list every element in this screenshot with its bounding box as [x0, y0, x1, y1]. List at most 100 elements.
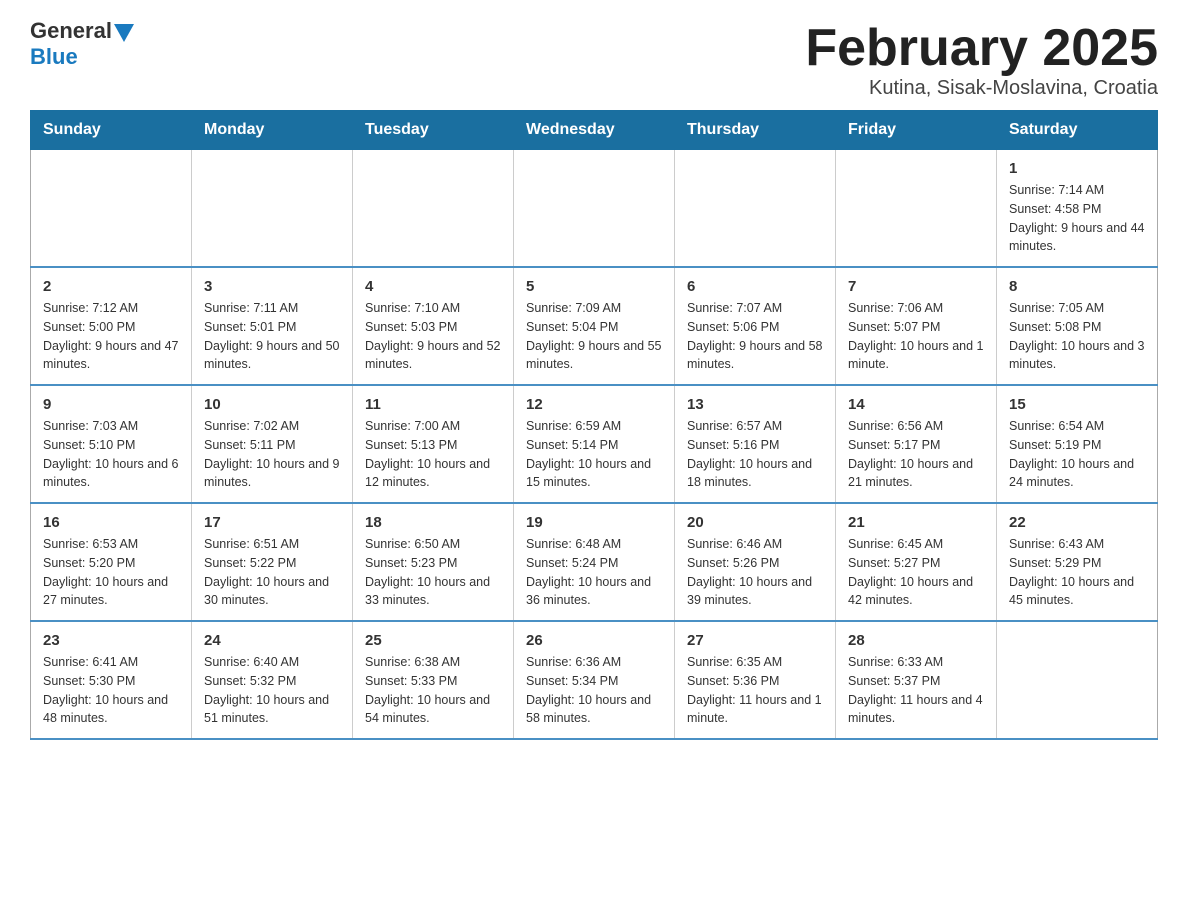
day-number: 18 — [365, 514, 501, 531]
day-info: Sunrise: 7:06 AMSunset: 5:07 PMDaylight:… — [848, 299, 984, 374]
day-info: Sunrise: 6:48 AMSunset: 5:24 PMDaylight:… — [526, 535, 662, 610]
day-number: 28 — [848, 632, 984, 649]
calendar-week-3: 9 Sunrise: 7:03 AMSunset: 5:10 PMDaylight… — [31, 385, 1158, 503]
day-info: Sunrise: 6:38 AMSunset: 5:33 PMDaylight:… — [365, 653, 501, 728]
calendar-cell — [997, 621, 1158, 739]
day-number: 16 — [43, 514, 179, 531]
calendar-cell: 8Sunrise: 7:05 AMSunset: 5:08 PMDaylight… — [997, 267, 1158, 385]
day-number: 23 — [43, 632, 179, 649]
day-of-week-sunday: Sunday — [31, 111, 192, 150]
calendar-cell: 1 Sunrise: 7:14 AMSunset: 4:58 PMDaylight… — [997, 150, 1158, 268]
day-of-week-monday: Monday — [192, 111, 353, 150]
day-number: 6 — [687, 278, 823, 295]
calendar-body: 1 Sunrise: 7:14 AMSunset: 4:58 PMDaylight… — [31, 150, 1158, 740]
calendar-cell: 23 Sunrise: 6:41 AMSunset: 5:30 PMDayligh… — [31, 621, 192, 739]
calendar-cell: 24 Sunrise: 6:40 AMSunset: 5:32 PMDayligh… — [192, 621, 353, 739]
calendar-cell: 11Sunrise: 7:00 AMSunset: 5:13 PMDayligh… — [353, 385, 514, 503]
day-number: 24 — [204, 632, 340, 649]
day-info: Sunrise: 7:10 AMSunset: 5:03 PMDaylight:… — [365, 299, 501, 374]
day-info: Sunrise: 6:33 AMSunset: 5:37 PMDaylight:… — [848, 653, 984, 728]
calendar-cell: 16 Sunrise: 6:53 AMSunset: 5:20 PMDayligh… — [31, 503, 192, 621]
calendar-cell: 7 Sunrise: 7:06 AMSunset: 5:07 PMDaylight… — [836, 267, 997, 385]
calendar-cell — [836, 150, 997, 268]
day-info: Sunrise: 6:41 AMSunset: 5:30 PMDaylight:… — [43, 653, 179, 728]
day-of-week-wednesday: Wednesday — [514, 111, 675, 150]
day-of-week-saturday: Saturday — [997, 111, 1158, 150]
day-info: Sunrise: 6:59 AMSunset: 5:14 PMDaylight:… — [526, 417, 662, 492]
day-of-week-friday: Friday — [836, 111, 997, 150]
calendar-cell: 17Sunrise: 6:51 AMSunset: 5:22 PMDayligh… — [192, 503, 353, 621]
calendar-week-4: 16 Sunrise: 6:53 AMSunset: 5:20 PMDayligh… — [31, 503, 1158, 621]
day-number: 1 — [1009, 160, 1145, 177]
day-number: 19 — [526, 514, 662, 531]
day-number: 10 — [204, 396, 340, 413]
day-number: 27 — [687, 632, 823, 649]
page-header: General Blue February 2025 Kutina, Sisak… — [30, 20, 1158, 100]
logo: General Blue — [30, 20, 134, 70]
day-number: 4 — [365, 278, 501, 295]
calendar-cell: 6 Sunrise: 7:07 AMSunset: 5:06 PMDaylight… — [675, 267, 836, 385]
day-info: Sunrise: 7:00 AMSunset: 5:13 PMDaylight:… — [365, 417, 501, 492]
calendar-cell: 18 Sunrise: 6:50 AMSunset: 5:23 PMDayligh… — [353, 503, 514, 621]
calendar-cell: 27Sunrise: 6:35 AMSunset: 5:36 PMDayligh… — [675, 621, 836, 739]
days-of-week-row: SundayMondayTuesdayWednesdayThursdayFrid… — [31, 111, 1158, 150]
day-info: Sunrise: 6:56 AMSunset: 5:17 PMDaylight:… — [848, 417, 984, 492]
calendar-title: February 2025 — [805, 20, 1158, 77]
day-number: 7 — [848, 278, 984, 295]
day-info: Sunrise: 6:57 AMSunset: 5:16 PMDaylight:… — [687, 417, 823, 492]
day-info: Sunrise: 7:03 AMSunset: 5:10 PMDaylight:… — [43, 417, 179, 492]
calendar-cell: 28 Sunrise: 6:33 AMSunset: 5:37 PMDayligh… — [836, 621, 997, 739]
day-number: 14 — [848, 396, 984, 413]
calendar-cell — [353, 150, 514, 268]
calendar-cell: 4 Sunrise: 7:10 AMSunset: 5:03 PMDaylight… — [353, 267, 514, 385]
day-info: Sunrise: 7:02 AMSunset: 5:11 PMDaylight:… — [204, 417, 340, 492]
calendar-cell: 20 Sunrise: 6:46 AMSunset: 5:26 PMDayligh… — [675, 503, 836, 621]
day-number: 20 — [687, 514, 823, 531]
calendar-cell: 22 Sunrise: 6:43 AMSunset: 5:29 PMDayligh… — [997, 503, 1158, 621]
calendar-cell — [514, 150, 675, 268]
day-info: Sunrise: 6:40 AMSunset: 5:32 PMDaylight:… — [204, 653, 340, 728]
calendar-cell: 13 Sunrise: 6:57 AMSunset: 5:16 PMDayligh… — [675, 385, 836, 503]
day-number: 5 — [526, 278, 662, 295]
calendar-cell: 5 Sunrise: 7:09 AMSunset: 5:04 PMDaylight… — [514, 267, 675, 385]
day-of-week-tuesday: Tuesday — [353, 111, 514, 150]
day-info: Sunrise: 7:14 AMSunset: 4:58 PMDaylight:… — [1009, 181, 1145, 256]
calendar-cell: 9 Sunrise: 7:03 AMSunset: 5:10 PMDaylight… — [31, 385, 192, 503]
day-info: Sunrise: 6:50 AMSunset: 5:23 PMDaylight:… — [365, 535, 501, 610]
day-number: 13 — [687, 396, 823, 413]
day-info: Sunrise: 6:43 AMSunset: 5:29 PMDaylight:… — [1009, 535, 1145, 610]
calendar-week-1: 1 Sunrise: 7:14 AMSunset: 4:58 PMDaylight… — [31, 150, 1158, 268]
day-number: 8 — [1009, 278, 1145, 295]
logo-arrow-icon — [114, 24, 134, 42]
day-number: 22 — [1009, 514, 1145, 531]
calendar-cell: 12 Sunrise: 6:59 AMSunset: 5:14 PMDayligh… — [514, 385, 675, 503]
day-of-week-thursday: Thursday — [675, 111, 836, 150]
title-block: February 2025 Kutina, Sisak-Moslavina, C… — [805, 20, 1158, 100]
day-number: 15 — [1009, 396, 1145, 413]
day-info: Sunrise: 6:51 AMSunset: 5:22 PMDaylight:… — [204, 535, 340, 610]
calendar-cell: 25 Sunrise: 6:38 AMSunset: 5:33 PMDayligh… — [353, 621, 514, 739]
day-info: Sunrise: 7:12 AMSunset: 5:00 PMDaylight:… — [43, 299, 179, 374]
day-info: Sunrise: 7:09 AMSunset: 5:04 PMDaylight:… — [526, 299, 662, 374]
calendar-cell: 14 Sunrise: 6:56 AMSunset: 5:17 PMDayligh… — [836, 385, 997, 503]
calendar-cell — [192, 150, 353, 268]
calendar-cell: 21 Sunrise: 6:45 AMSunset: 5:27 PMDayligh… — [836, 503, 997, 621]
day-info: Sunrise: 6:54 AMSunset: 5:19 PMDaylight:… — [1009, 417, 1145, 492]
day-info: Sunrise: 6:53 AMSunset: 5:20 PMDaylight:… — [43, 535, 179, 610]
calendar-cell — [31, 150, 192, 268]
calendar-header: SundayMondayTuesdayWednesdayThursdayFrid… — [31, 111, 1158, 150]
day-number: 26 — [526, 632, 662, 649]
day-number: 9 — [43, 396, 179, 413]
calendar-table: SundayMondayTuesdayWednesdayThursdayFrid… — [30, 110, 1158, 740]
day-number: 12 — [526, 396, 662, 413]
calendar-cell: 10 Sunrise: 7:02 AMSunset: 5:11 PMDayligh… — [192, 385, 353, 503]
day-info: Sunrise: 6:45 AMSunset: 5:27 PMDaylight:… — [848, 535, 984, 610]
day-info: Sunrise: 6:36 AMSunset: 5:34 PMDaylight:… — [526, 653, 662, 728]
calendar-cell — [675, 150, 836, 268]
day-number: 25 — [365, 632, 501, 649]
day-info: Sunrise: 6:46 AMSunset: 5:26 PMDaylight:… — [687, 535, 823, 610]
logo-blue-text: Blue — [30, 44, 78, 70]
calendar-cell: 3Sunrise: 7:11 AMSunset: 5:01 PMDaylight… — [192, 267, 353, 385]
day-info: Sunrise: 7:07 AMSunset: 5:06 PMDaylight:… — [687, 299, 823, 374]
day-number: 21 — [848, 514, 984, 531]
